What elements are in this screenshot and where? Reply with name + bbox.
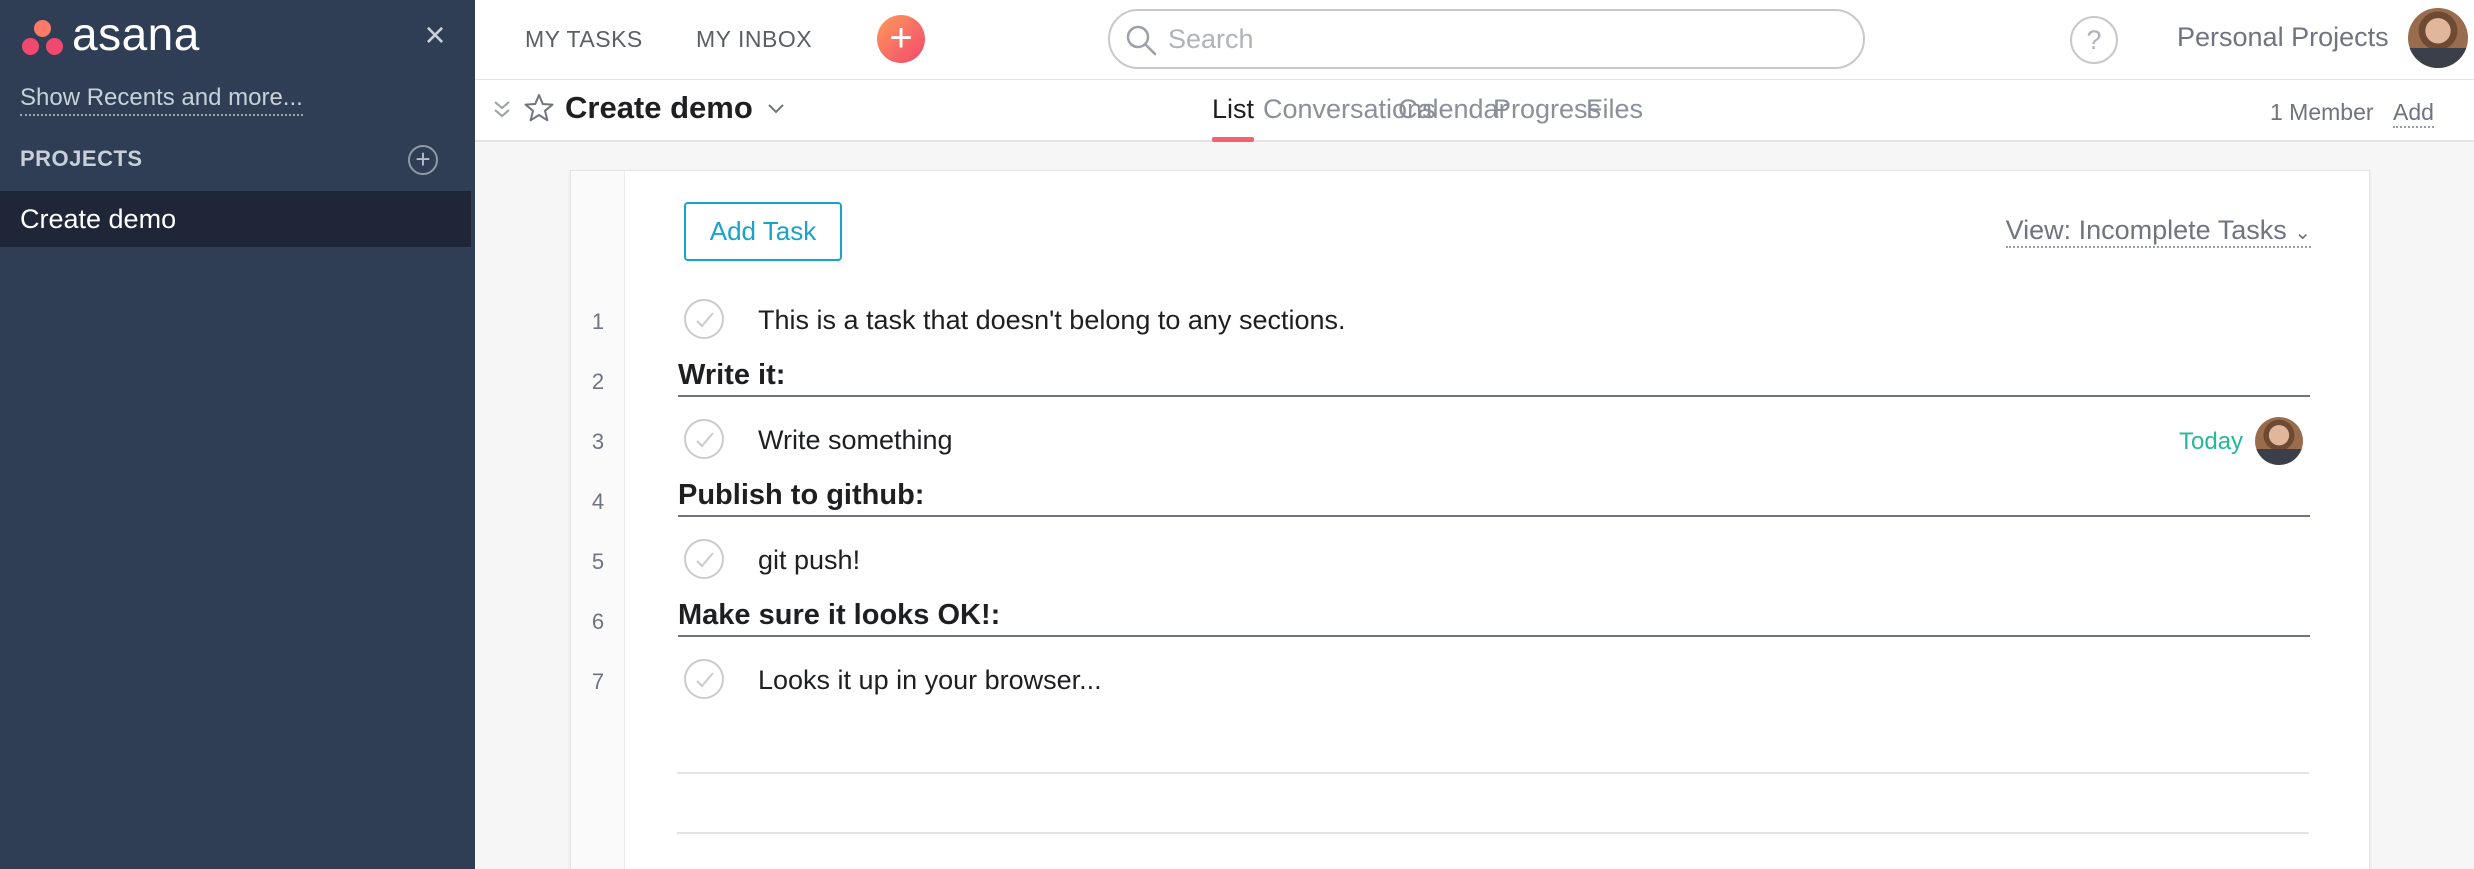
sidebar: asana × Show Recents and more... PROJECT… xyxy=(0,0,475,869)
project-title[interactable]: Create demo xyxy=(565,90,753,126)
task-complete-checkbox[interactable] xyxy=(684,419,724,459)
assignee-avatar[interactable] xyxy=(2255,417,2303,465)
my-tasks-link[interactable]: MY TASKS xyxy=(525,26,643,53)
line-number: 7 xyxy=(591,669,605,694)
chevron-down-icon: ⌄ xyxy=(2294,222,2311,244)
quick-add-button[interactable]: + xyxy=(877,15,925,63)
tab-progress[interactable]: Progress xyxy=(1493,94,1601,142)
help-button[interactable]: ? xyxy=(2070,16,2118,64)
task-complete-checkbox[interactable] xyxy=(684,299,724,339)
line-number: 4 xyxy=(591,489,605,514)
add-member-link[interactable]: Add xyxy=(2393,99,2434,128)
empty-task-row[interactable] xyxy=(677,772,2309,774)
search-icon xyxy=(1126,25,1157,56)
section-name[interactable]: Publish to github: xyxy=(678,479,924,512)
projects-header: PROJECTS xyxy=(20,146,143,171)
check-icon xyxy=(696,552,714,568)
section-header: Write it: xyxy=(678,353,2310,397)
check-icon xyxy=(696,672,714,688)
star-icon[interactable] xyxy=(523,92,555,124)
workspace-switcher[interactable]: Personal Projects xyxy=(2177,22,2389,53)
task-name[interactable]: Write something xyxy=(758,425,953,456)
show-recents-link[interactable]: Show Recents and more... xyxy=(20,84,303,116)
tab-files[interactable]: Files xyxy=(1586,94,1643,142)
asana-logo-icon xyxy=(20,18,66,58)
section-header: Publish to github: xyxy=(678,473,2310,517)
add-task-button[interactable]: Add Task xyxy=(684,202,842,261)
search-bar[interactable] xyxy=(1108,9,1865,69)
tab-list[interactable]: List xyxy=(1212,94,1255,142)
sidebar-item-create-demo[interactable]: Create demo xyxy=(0,191,471,247)
collapse-chevron-icon[interactable] xyxy=(491,96,513,124)
task-name[interactable]: Looks it up in your browser... xyxy=(758,665,1102,696)
view-filter-dropdown[interactable]: View: Incomplete Tasks ⌄ xyxy=(2005,215,2311,248)
close-sidebar-icon[interactable]: × xyxy=(420,17,450,53)
asana-logo[interactable]: asana xyxy=(20,8,200,60)
search-input[interactable] xyxy=(1168,19,1848,59)
tab-calendar[interactable]: Calendar xyxy=(1398,94,1508,142)
top-bar: MY TASKS MY INBOX + ? Personal Projects xyxy=(475,0,2474,80)
task-complete-checkbox[interactable] xyxy=(684,659,724,699)
task-name[interactable]: This is a task that doesn't belong to an… xyxy=(758,305,1346,336)
due-date-badge[interactable]: Today xyxy=(2179,428,2243,456)
chevron-down-icon[interactable] xyxy=(765,98,787,120)
line-number: 5 xyxy=(591,549,605,574)
logo-text: asana xyxy=(72,8,200,60)
task-list-panel: Add Task View: Incomplete Tasks ⌄ 1 This… xyxy=(570,170,2370,869)
add-project-icon[interactable]: + xyxy=(408,145,438,175)
check-icon xyxy=(696,312,714,328)
section-name[interactable]: Write it: xyxy=(678,359,785,392)
empty-task-row[interactable] xyxy=(677,832,2309,834)
line-number: 6 xyxy=(591,609,605,634)
view-filter-label: View: Incomplete Tasks xyxy=(2005,215,2287,245)
task-name[interactable]: git push! xyxy=(758,545,860,576)
line-number: 2 xyxy=(591,369,605,394)
section-name[interactable]: Make sure it looks OK!: xyxy=(678,599,1000,632)
member-count[interactable]: 1 Member xyxy=(2270,99,2374,126)
section-header: Make sure it looks OK!: xyxy=(678,593,2310,637)
line-number: 1 xyxy=(591,309,605,334)
line-number: 3 xyxy=(591,429,605,454)
check-icon xyxy=(696,432,714,448)
task-complete-checkbox[interactable] xyxy=(684,539,724,579)
line-number-gutter xyxy=(571,171,625,869)
project-header: Create demo List Conversations Calendar … xyxy=(475,80,2474,142)
my-inbox-link[interactable]: MY INBOX xyxy=(696,26,812,53)
user-avatar[interactable] xyxy=(2408,8,2468,68)
